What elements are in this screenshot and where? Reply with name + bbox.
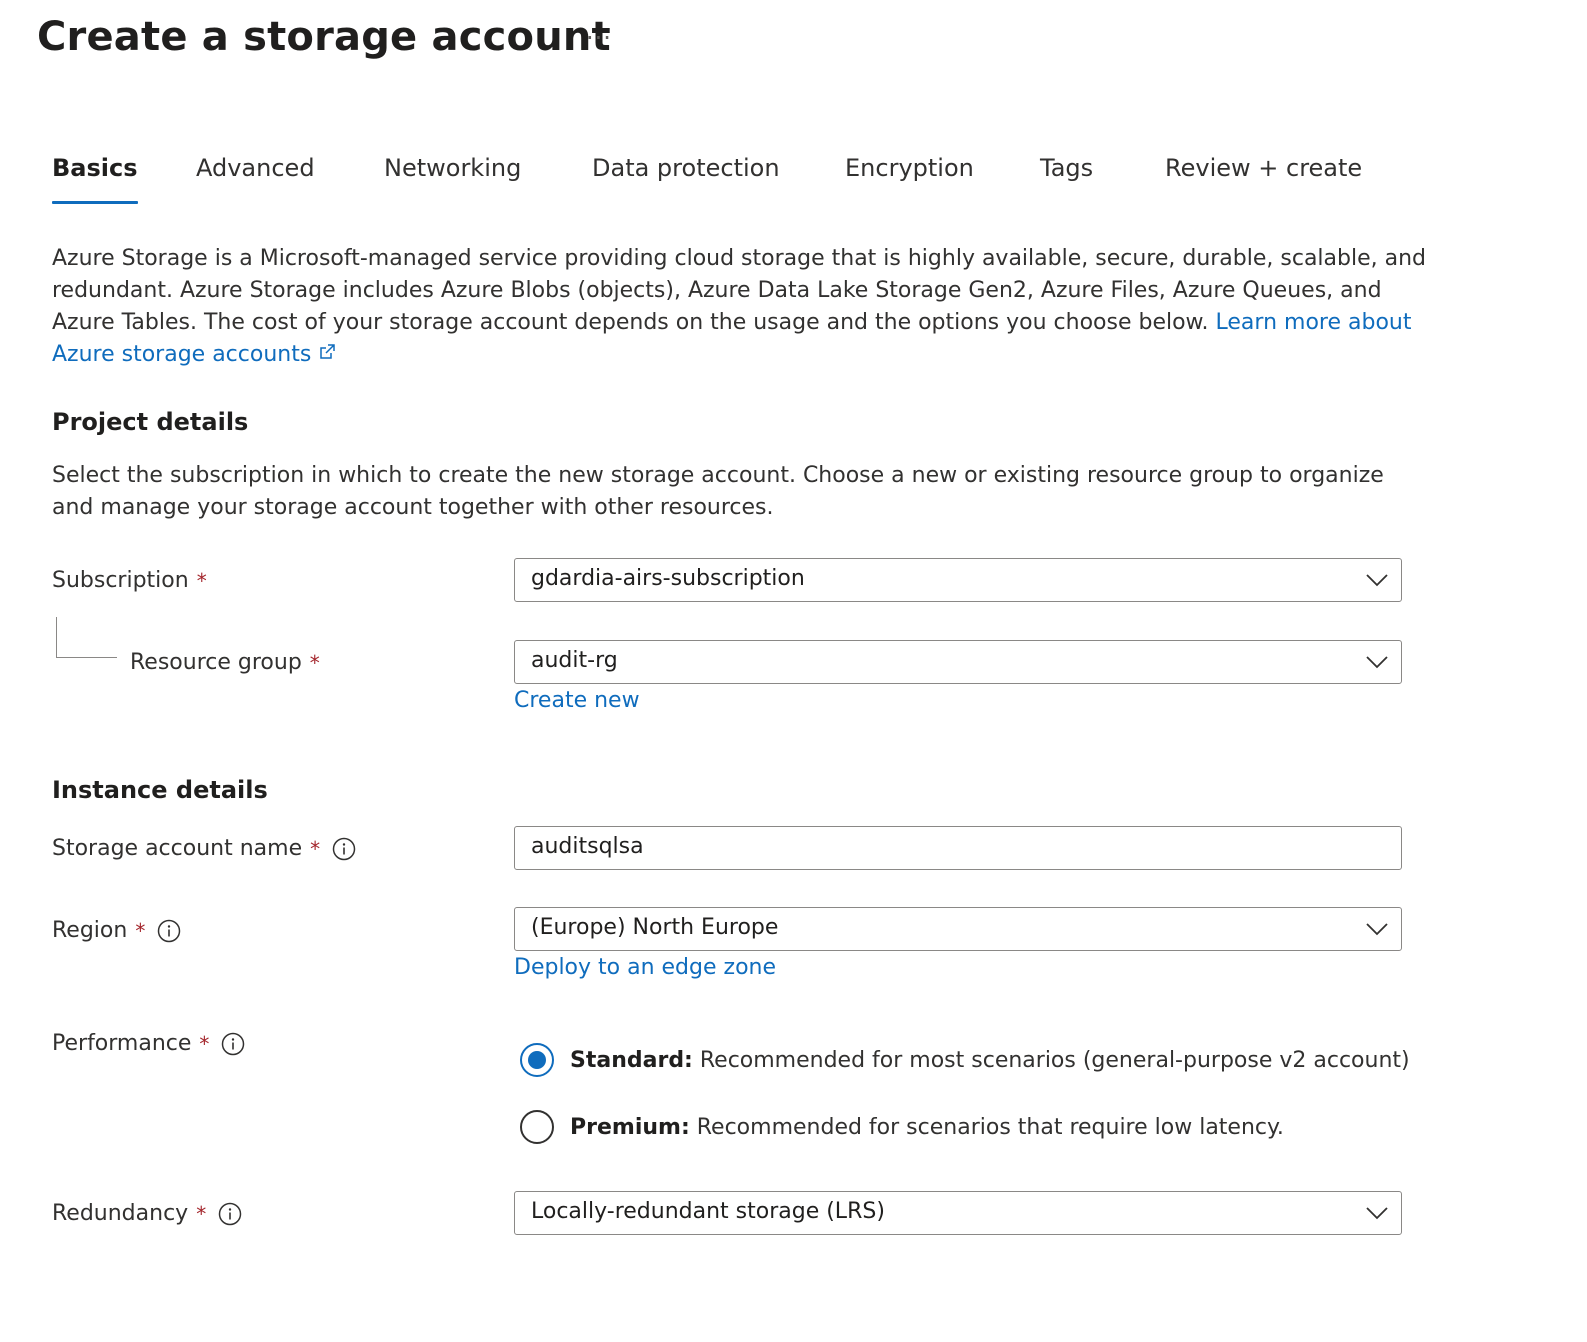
project-details-description: Select the subscription in which to crea…: [52, 463, 1384, 520]
tab-advanced[interactable]: Advanced: [196, 154, 315, 204]
required-marker: *: [196, 568, 207, 593]
required-marker: *: [199, 1031, 210, 1056]
required-marker: *: [310, 836, 321, 861]
redundancy-value: Locally-redundant storage (LRS): [531, 1199, 885, 1224]
page-title: Create a storage account: [37, 14, 611, 60]
info-icon[interactable]: [218, 1202, 242, 1226]
region-dropdown[interactable]: (Europe) North Europe: [514, 907, 1402, 951]
info-icon[interactable]: [221, 1032, 245, 1056]
redundancy-label: Redundancy *: [52, 1201, 242, 1226]
resource-group-label: Resource group *: [130, 650, 320, 675]
performance-label: Performance *: [52, 1031, 245, 1056]
performance-standard-text: Standard: Recommended for most scenarios…: [570, 1047, 1410, 1073]
required-marker: *: [309, 650, 320, 675]
storage-account-name-value: auditsqlsa: [531, 834, 644, 859]
external-link-icon: [317, 340, 337, 372]
intro-paragraph: Azure Storage is a Microsoft-managed ser…: [52, 243, 1432, 372]
create-new-link[interactable]: Create new: [514, 688, 640, 713]
chevron-down-icon: [1365, 920, 1389, 942]
radio-button-checked[interactable]: [520, 1043, 554, 1077]
deploy-edge-zone-link[interactable]: Deploy to an edge zone: [514, 955, 776, 980]
radio-button-unchecked[interactable]: [520, 1110, 554, 1144]
info-icon[interactable]: [157, 919, 181, 943]
performance-standard-option[interactable]: Standard: Recommended for most scenarios…: [520, 1043, 1410, 1077]
tab-data-protection[interactable]: Data protection: [592, 154, 780, 204]
project-details-heading: Project details: [52, 408, 249, 436]
instance-details-heading: Instance details: [52, 776, 268, 804]
resource-group-value: audit-rg: [531, 648, 618, 673]
performance-premium-option[interactable]: Premium: Recommended for scenarios that …: [520, 1110, 1284, 1144]
storage-account-name-input[interactable]: auditsqlsa: [514, 826, 1402, 870]
tab-tags[interactable]: Tags: [1040, 154, 1093, 204]
required-marker: *: [196, 1201, 207, 1226]
subscription-dropdown[interactable]: gdardia-airs-subscription: [514, 558, 1402, 602]
region-label: Region *: [52, 918, 181, 943]
tree-connector: [56, 617, 117, 658]
subscription-label: Subscription *: [52, 568, 207, 593]
performance-premium-text: Premium: Recommended for scenarios that …: [570, 1114, 1284, 1140]
resource-group-dropdown[interactable]: audit-rg: [514, 640, 1402, 684]
chevron-down-icon: [1365, 571, 1389, 593]
redundancy-dropdown[interactable]: Locally-redundant storage (LRS): [514, 1191, 1402, 1235]
more-actions-button[interactable]: ···: [586, 24, 612, 52]
tab-networking[interactable]: Networking: [384, 154, 521, 204]
tab-review-create[interactable]: Review + create: [1165, 154, 1362, 204]
tab-bar: Basics Advanced Networking Data protecti…: [0, 150, 1587, 210]
chevron-down-icon: [1365, 653, 1389, 675]
tab-encryption[interactable]: Encryption: [845, 154, 974, 204]
storage-account-name-label: Storage account name *: [52, 836, 356, 861]
chevron-down-icon: [1365, 1204, 1389, 1226]
tab-basics[interactable]: Basics: [52, 154, 138, 204]
required-marker: *: [135, 918, 146, 943]
subscription-value: gdardia-airs-subscription: [531, 566, 805, 591]
info-icon[interactable]: [332, 837, 356, 861]
region-value: (Europe) North Europe: [531, 915, 779, 940]
